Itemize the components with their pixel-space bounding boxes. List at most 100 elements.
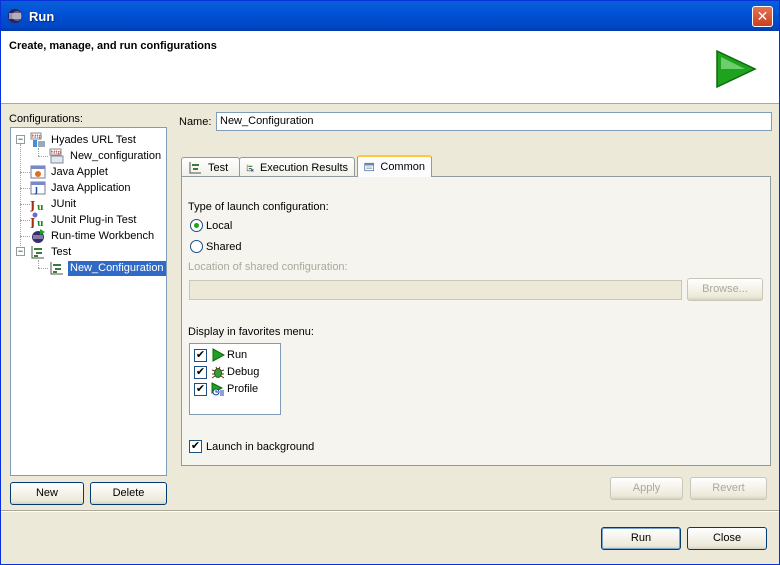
tree-line xyxy=(38,260,39,268)
footer-separator xyxy=(1,510,779,512)
tree-item-label: Java Applet xyxy=(51,165,108,178)
close-button[interactable]: Close xyxy=(687,527,767,550)
debug-checkbox[interactable]: ✔ xyxy=(194,365,207,379)
tree-item-java-applet[interactable]: Java Applet xyxy=(30,164,110,180)
tree-line xyxy=(38,148,39,156)
junit-plugin-icon: J u xyxy=(30,212,44,228)
configurations-tree[interactable]: − − http Hyades URL Test http New_config… xyxy=(10,127,167,476)
java-application-icon: J xyxy=(30,181,46,195)
tab-execution-results[interactable]: Execution Results xyxy=(239,157,355,177)
tree-item-label: Hyades URL Test xyxy=(51,133,136,146)
tree-line xyxy=(20,204,30,205)
collapse-toggle[interactable]: − xyxy=(16,247,25,256)
tree-item-label: JUnit xyxy=(51,197,77,210)
tree-line xyxy=(20,236,30,237)
new-button[interactable]: New xyxy=(10,482,84,505)
junit-icon: J u xyxy=(30,199,44,212)
tree-line xyxy=(20,188,30,189)
shared-label: Shared xyxy=(206,241,242,253)
browse-button[interactable]: Browse... xyxy=(687,278,763,301)
title-bar[interactable]: Run ✕ xyxy=(1,1,779,31)
favorite-item-profile[interactable]: ✔ Profile xyxy=(194,381,258,397)
debug-icon xyxy=(211,366,225,379)
test-icon xyxy=(31,246,44,259)
tree-line xyxy=(20,144,21,254)
test-config-icon xyxy=(50,262,63,275)
configurations-label: Configurations: xyxy=(9,113,83,125)
svg-text:J: J xyxy=(30,216,35,228)
delete-button[interactable]: Delete xyxy=(90,482,167,505)
revert-button[interactable]: Revert xyxy=(690,477,767,500)
tree-item-new-configuration-test[interactable]: New_Configuration xyxy=(49,260,166,276)
run-icon xyxy=(212,348,225,362)
java-applet-icon xyxy=(30,165,46,179)
name-label: Name: xyxy=(179,116,212,128)
header-message: Create, manage, and run configurations xyxy=(9,40,217,52)
svg-text:http: http xyxy=(51,150,61,156)
close-window-button[interactable]: ✕ xyxy=(752,6,773,27)
svg-text:J: J xyxy=(30,199,35,212)
tree-item-label: Test xyxy=(51,245,72,258)
tree-item-java-application[interactable]: J Java Application xyxy=(30,180,133,196)
tab-common[interactable]: Common xyxy=(357,155,432,177)
svg-text:u: u xyxy=(37,203,44,212)
tab-label: Common xyxy=(380,161,425,173)
svg-text:J: J xyxy=(34,186,38,195)
tree-line xyxy=(38,156,48,157)
name-input[interactable]: New_Configuration xyxy=(216,112,772,131)
profile-icon xyxy=(211,382,224,396)
execution-results-icon xyxy=(246,164,254,172)
window-title: Run xyxy=(29,8,55,24)
tree-item-label: JUnit Plug-in Test xyxy=(51,213,137,226)
favorite-label: Profile xyxy=(227,383,259,395)
tree-item-test[interactable]: Test xyxy=(30,244,73,260)
shared-location-input[interactable] xyxy=(189,280,682,300)
tab-label: Test xyxy=(208,161,229,174)
close-icon: ✕ xyxy=(756,8,769,24)
tree-item-new-configuration-url[interactable]: http New_configuration xyxy=(49,148,163,164)
tree-item-runtime-workbench[interactable]: Run-time Workbench xyxy=(30,228,156,244)
common-tab-panel xyxy=(181,176,771,466)
launch-type-label: Type of launch configuration: xyxy=(188,201,329,213)
shared-radio[interactable] xyxy=(190,240,203,253)
common-tab-icon xyxy=(364,162,375,172)
local-radio[interactable] xyxy=(190,219,203,232)
tree-line xyxy=(20,172,30,173)
tree-item-label: Run-time Workbench xyxy=(51,229,155,242)
tree-item-hyades-url-test[interactable]: http Hyades URL Test xyxy=(30,132,138,148)
launch-in-background-label: Launch in background xyxy=(206,441,315,453)
run-checkbox[interactable]: ✔ xyxy=(194,348,207,362)
tree-line xyxy=(20,220,30,221)
dialog-header: Create, manage, and run configurations xyxy=(1,31,779,104)
favorites-list[interactable]: ✔ Run ✔ Debug ✔ Profile xyxy=(189,343,281,415)
tab-test[interactable]: Test xyxy=(181,157,240,177)
run-banner-icon xyxy=(716,49,757,89)
http-icon: http xyxy=(49,148,64,164)
launch-in-background-checkbox[interactable]: ✔ xyxy=(189,440,202,453)
tab-label: Execution Results xyxy=(259,161,348,174)
tree-item-junit-plugin-test[interactable]: J u JUnit Plug-in Test xyxy=(30,212,138,228)
favorite-label: Debug xyxy=(227,366,260,378)
apply-button[interactable]: Apply xyxy=(610,477,683,500)
run-dialog: Run ✕ Create, manage, and run configurat… xyxy=(0,0,780,565)
svg-text:u: u xyxy=(37,219,44,228)
collapse-toggle[interactable]: − xyxy=(16,135,25,144)
local-label: Local xyxy=(206,220,233,232)
profile-checkbox[interactable]: ✔ xyxy=(194,382,207,396)
favorite-item-run[interactable]: ✔ Run xyxy=(194,347,247,363)
tree-item-junit[interactable]: J u JUnit xyxy=(30,196,78,213)
hyades-url-test-icon: http xyxy=(30,132,45,147)
tree-item-label: Java Application xyxy=(51,181,131,194)
workbench-icon xyxy=(32,229,45,243)
tree-item-label: New_Configuration xyxy=(68,260,166,276)
location-label: Location of shared configuration: xyxy=(188,261,348,273)
tree-line xyxy=(38,268,48,269)
run-button[interactable]: Run xyxy=(601,527,681,550)
svg-text:http: http xyxy=(32,134,42,140)
favorite-item-debug[interactable]: ✔ Debug xyxy=(194,364,259,380)
favorites-label: Display in favorites menu: xyxy=(188,326,314,338)
tree-item-label: New_configuration xyxy=(70,149,162,162)
favorite-label: Run xyxy=(227,349,248,361)
test-tab-icon xyxy=(189,161,201,173)
eclipse-icon xyxy=(8,9,22,23)
